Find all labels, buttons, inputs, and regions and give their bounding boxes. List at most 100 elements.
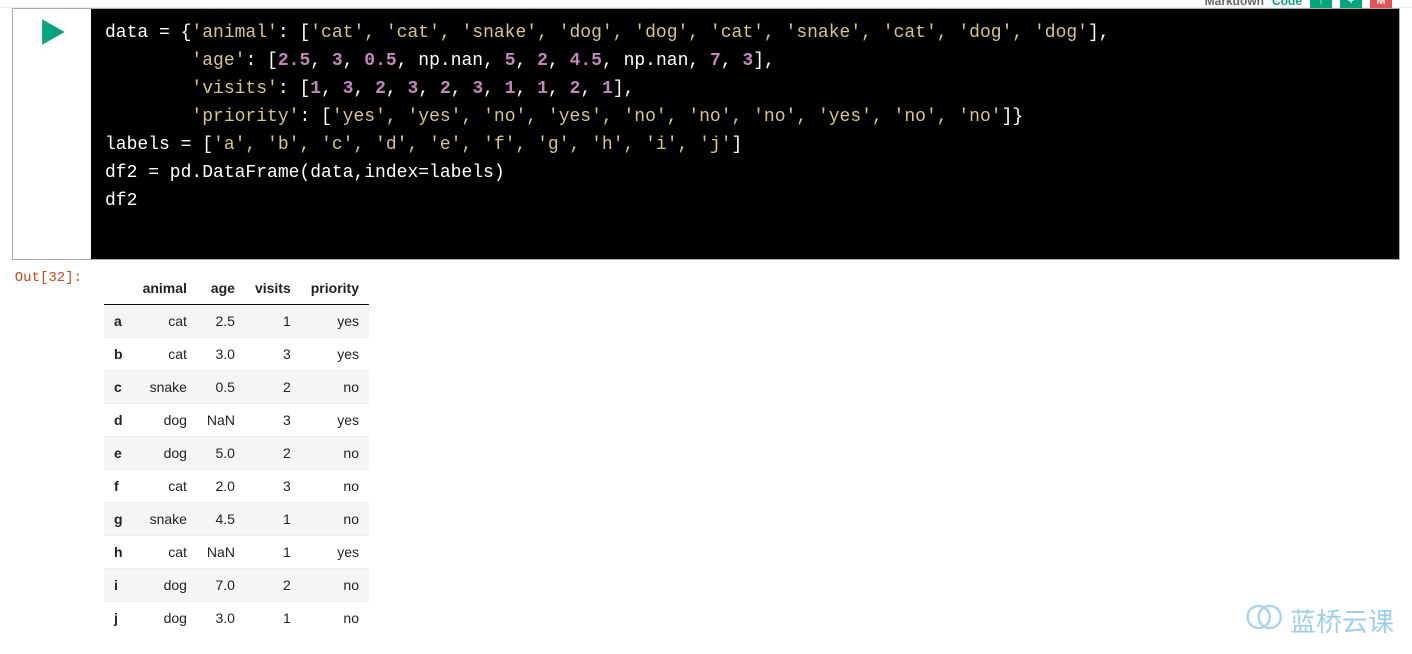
code-token: ], (753, 51, 775, 71)
code-token: data = { (105, 23, 191, 43)
toolbar-code-label[interactable]: Code (1272, 0, 1302, 8)
code-token: 4.5 (570, 51, 602, 71)
code-token: 0.5 (364, 51, 396, 71)
code-token: 2 (375, 79, 386, 99)
table-cell: 2.5 (197, 305, 245, 338)
code-token: 3 (332, 51, 343, 71)
table-cell: 1 (245, 503, 301, 536)
code-token: , (721, 51, 743, 71)
table-cell: 4.5 (197, 503, 245, 536)
table-cell: no (301, 371, 369, 404)
code-token: , (418, 79, 440, 99)
code-token: ], (1088, 23, 1110, 43)
code-token (105, 107, 191, 127)
table-cell: 2 (245, 569, 301, 602)
code-token: , np.nan, (602, 51, 710, 71)
dataframe-table: animal age visits priority acat2.51yesbc… (104, 272, 369, 634)
row-index: c (104, 371, 133, 404)
table-cell: dog (133, 569, 197, 602)
watermark-logo-icon (1246, 603, 1284, 638)
code-token: , (548, 51, 570, 71)
table-row: idog7.02no (104, 569, 369, 602)
code-token: , (353, 79, 375, 99)
code-token: , np.nan, (397, 51, 505, 71)
code-token: : [ (299, 107, 331, 127)
code-token: 'visits' (191, 79, 277, 99)
run-gutter (13, 9, 91, 259)
code-token: : [ (278, 23, 310, 43)
code-token: 1 (602, 79, 613, 99)
code-editor[interactable]: data = {'animal': ['cat', 'cat', 'snake'… (91, 9, 1399, 259)
code-token: , (386, 79, 408, 99)
code-token: , (343, 51, 365, 71)
table-cell: 2.0 (197, 470, 245, 503)
table-cell: 3 (245, 338, 301, 371)
row-index: b (104, 338, 133, 371)
table-cell: dog (133, 437, 197, 470)
table-row: gsnake4.51no (104, 503, 369, 536)
table-cell: dog (133, 404, 197, 437)
output-prompt: Out[32]: (12, 266, 90, 654)
code-token: 'yes', 'yes', 'no', 'yes', 'no', 'no', '… (332, 107, 1002, 127)
row-index: j (104, 602, 133, 635)
table-cell: 2 (245, 371, 301, 404)
code-token: , (580, 79, 602, 99)
code-token: ] (732, 135, 743, 155)
table-cell: no (301, 503, 369, 536)
table-cell: snake (133, 503, 197, 536)
code-token: 2.5 (278, 51, 310, 71)
code-token: 3 (408, 79, 419, 99)
row-index: h (104, 536, 133, 569)
code-token: , (310, 51, 332, 71)
table-cell: cat (133, 305, 197, 338)
code-token: , (516, 51, 538, 71)
table-row: jdog3.01no (104, 602, 369, 635)
table-row: edog5.02no (104, 437, 369, 470)
run-icon[interactable] (35, 15, 69, 49)
code-token: 5 (505, 51, 516, 71)
table-row: bcat3.03yes (104, 338, 369, 371)
code-token: 'age' (191, 51, 245, 71)
table-cell: NaN (197, 404, 245, 437)
code-token: 3 (343, 79, 354, 99)
code-token: , (451, 79, 473, 99)
table-cell: 3.0 (197, 338, 245, 371)
code-token: 1 (537, 79, 548, 99)
table-cell: no (301, 437, 369, 470)
code-token: , (483, 79, 505, 99)
code-token: df2 (105, 191, 137, 211)
code-token: 2 (440, 79, 451, 99)
code-token: 1 (310, 79, 321, 99)
table-header-row: animal age visits priority (104, 272, 369, 305)
output-body: animal age visits priority acat2.51yesbc… (90, 266, 1400, 654)
code-token: : [ (278, 79, 310, 99)
code-token: df2 = pd.DataFrame(data,index=labels) (105, 163, 505, 183)
table-row: ddogNaN3yes (104, 404, 369, 437)
code-token (105, 79, 191, 99)
table-cell: no (301, 470, 369, 503)
code-token: , (548, 79, 570, 99)
table-cell: dog (133, 602, 197, 635)
row-index: a (104, 305, 133, 338)
code-token: : [ (245, 51, 277, 71)
table-cell: 2 (245, 437, 301, 470)
table-cell: cat (133, 470, 197, 503)
table-cell: 1 (245, 602, 301, 635)
row-index: g (104, 503, 133, 536)
code-token: 3 (472, 79, 483, 99)
table-cell: 1 (245, 305, 301, 338)
code-token: 1 (505, 79, 516, 99)
table-cell: 1 (245, 536, 301, 569)
col-header: animal (133, 272, 197, 305)
toolbar-markdown-label[interactable]: Markdown (1205, 0, 1264, 8)
code-token: labels = [ (105, 135, 213, 155)
code-token: 2 (537, 51, 548, 71)
table-cell: no (301, 602, 369, 635)
col-header: visits (245, 272, 301, 305)
row-index: e (104, 437, 133, 470)
code-token: , (516, 79, 538, 99)
code-token: 2 (570, 79, 581, 99)
table-cell: cat (133, 536, 197, 569)
row-index: d (104, 404, 133, 437)
row-index: f (104, 470, 133, 503)
